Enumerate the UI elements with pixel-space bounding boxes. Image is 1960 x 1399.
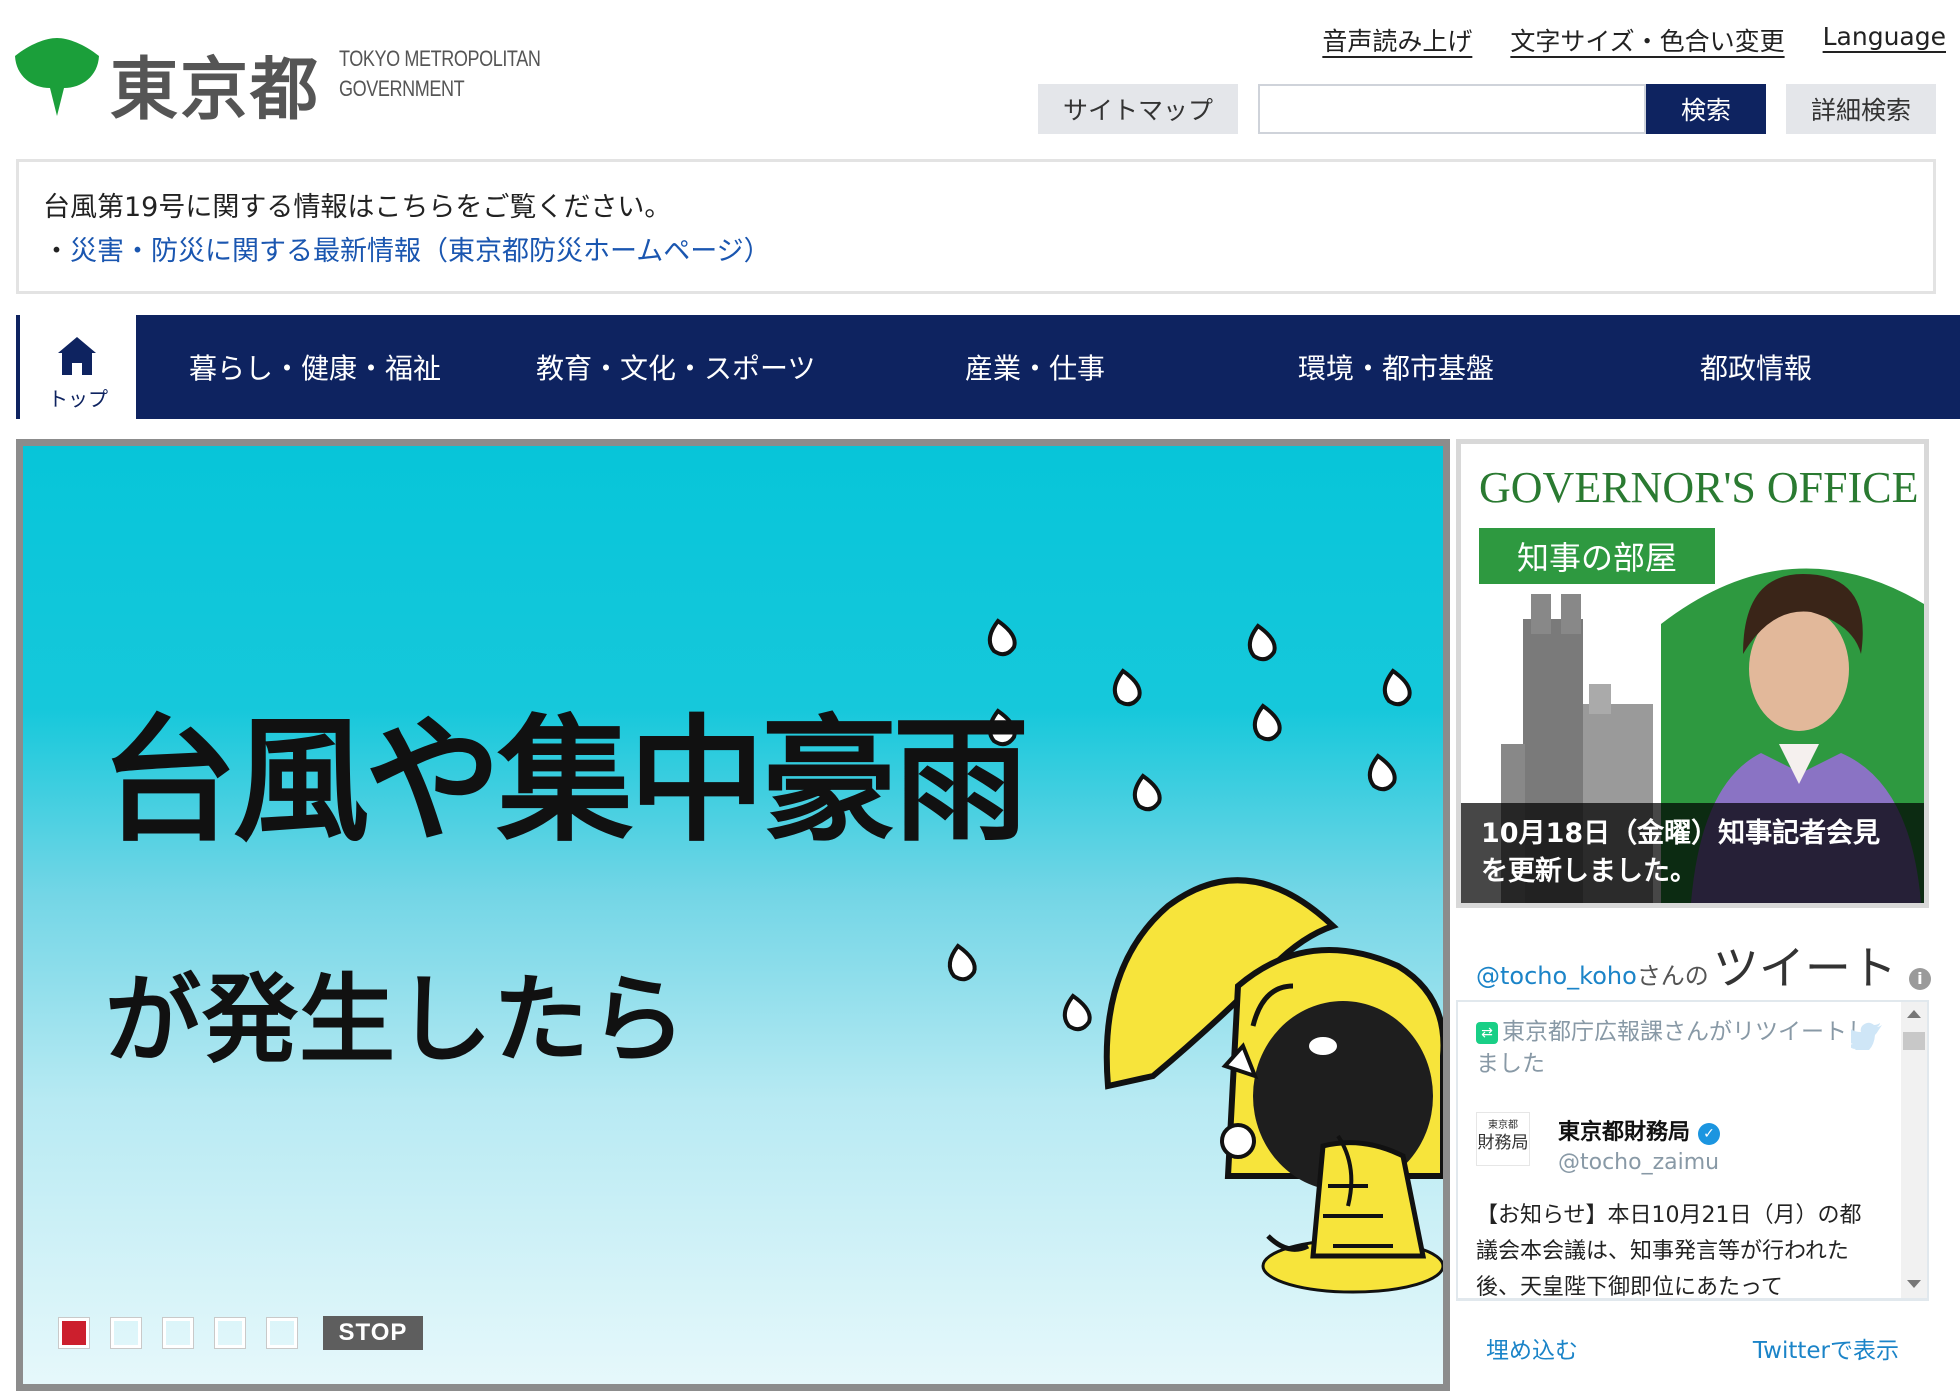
hero-slideshow[interactable]: 台風や集中豪雨 が発生したら STOP	[16, 439, 1450, 1391]
retweet-note: ⇄ 東京都庁広報課さんがリツイートしました	[1476, 1019, 1870, 1077]
timeline-handle[interactable]: @tocho_koho	[1476, 962, 1637, 990]
nav-item-industry-work[interactable]: 産業・仕事	[965, 315, 1105, 419]
nav-item-metropolitan-government[interactable]: 都政情報	[1700, 315, 1812, 419]
nav-home[interactable]: トップ	[16, 315, 136, 419]
umbrella-mascot-illustration	[947, 618, 1443, 1294]
slide-dot-3[interactable]	[162, 1317, 194, 1349]
search-bar: サイトマップ 検索 詳細検索	[1038, 84, 1936, 134]
scroll-down-arrow-icon[interactable]	[1907, 1280, 1921, 1288]
notice-line: ・災害・防災に関する最新情報（東京都防災ホームページ）	[43, 230, 1909, 274]
governors-office-badge: 知事の部屋	[1479, 528, 1715, 584]
emergency-notice: 台風第19号に関する情報はこちらをご覧ください。 ・災害・防災に関する最新情報（…	[16, 159, 1936, 294]
tweet-author-handle[interactable]: @tocho_zaimu	[1558, 1150, 1719, 1175]
tweet-author-name[interactable]: 東京都財務局 ✓	[1558, 1114, 1721, 1146]
global-nav: トップ 暮らし・健康・福祉 教育・文化・スポーツ 産業・仕事 環境・都市基盤 都…	[16, 315, 1960, 419]
disaster-info-link[interactable]: 災害・防災に関する最新情報（東京都防災ホームページ）	[70, 236, 771, 267]
twitter-timeline-footer: 埋め込む Twitterで表示	[1456, 1300, 1929, 1391]
slide-dot-4[interactable]	[214, 1317, 246, 1349]
slide-dot-2[interactable]	[110, 1317, 142, 1349]
site-logo[interactable]: 東京都 TOKYO METROPOLITAN GOVERNMENT	[14, 38, 554, 130]
home-icon	[58, 337, 96, 375]
twitter-timeline-header: @tocho_koho さんの ツイート i	[1476, 932, 1931, 998]
timeline-title: ツイート	[1712, 941, 1897, 995]
scroll-up-arrow-icon[interactable]	[1907, 1010, 1921, 1018]
tweet-scrollbar[interactable]	[1901, 1002, 1927, 1298]
twitter-timeline: @tocho_koho さんの ツイート i ⇄ 東京都庁広報課さんがリツイートし…	[1456, 920, 1931, 1391]
ginkgo-leaf-icon	[15, 38, 99, 116]
embed-link[interactable]: 埋め込む	[1486, 1331, 1578, 1365]
text-to-speech-link[interactable]: 音声読み上げ	[1322, 22, 1472, 58]
language-link[interactable]: Language	[1823, 22, 1946, 58]
governors-office-banner[interactable]: GOVERNOR'S OFFICE 知事の部屋 10月18日（金曜）知事記者会見…	[1456, 439, 1929, 908]
sitemap-button[interactable]: サイトマップ	[1038, 84, 1238, 134]
retweet-icon: ⇄	[1476, 1022, 1498, 1044]
notice-text: 台風第19号に関する情報はこちらをご覧ください。	[43, 192, 672, 223]
scroll-thumb[interactable]	[1903, 1032, 1925, 1050]
mascot	[1103, 877, 1443, 1294]
view-on-twitter-link[interactable]: Twitterで表示	[1753, 1331, 1899, 1365]
nav-item-living-health-welfare[interactable]: 暮らし・健康・福祉	[189, 315, 441, 419]
nav-home-label: トップ	[48, 387, 108, 411]
tweet-list[interactable]: ⇄ 東京都庁広報課さんがリツイートしました 東京都 財務局 東京都財務局 ✓ @to…	[1456, 1000, 1929, 1300]
governors-office-title: GOVERNOR'S OFFICE	[1479, 463, 1919, 512]
slide-headline: 台風や集中豪雨	[101, 703, 1029, 861]
logo-name-en: TOKYO METROPOLITAN GOVERNMENT	[339, 46, 541, 101]
slide-dot-1[interactable]	[58, 1317, 90, 1349]
search-input[interactable]	[1258, 84, 1646, 134]
author-avatar[interactable]: 東京都 財務局	[1476, 1112, 1530, 1166]
tweet-text: 【お知らせ】本日10月21日（月）の都議会本会議は、知事発言等が行われた後、天皇…	[1476, 1203, 1862, 1300]
logo-name-ja: 東京都	[110, 51, 321, 130]
utility-links: 音声読み上げ 文字サイズ・色合い変更 Language	[1322, 22, 1946, 58]
timeline-san: さんの	[1636, 962, 1709, 990]
slideshow-stop-button[interactable]: STOP	[323, 1316, 423, 1350]
info-icon[interactable]: i	[1908, 968, 1931, 990]
nav-item-environment-infrastructure[interactable]: 環境・都市基盤	[1298, 315, 1494, 419]
advanced-search-button[interactable]: 詳細検索	[1786, 84, 1936, 134]
text-size-color-link[interactable]: 文字サイズ・色合い変更	[1510, 22, 1784, 58]
search-button[interactable]: 検索	[1646, 84, 1766, 134]
bullet: ・	[43, 236, 70, 267]
slide-controls: STOP	[58, 1316, 423, 1350]
slide-dot-5[interactable]	[266, 1317, 298, 1349]
governor-news-caption[interactable]: 10月18日（金曜）知事記者会見を更新しました。	[1461, 803, 1924, 903]
slide-subheadline: が発生したら	[105, 964, 687, 1076]
nav-item-education-culture-sports[interactable]: 教育・文化・スポーツ	[536, 315, 815, 419]
twitter-bird-icon[interactable]	[1851, 1022, 1883, 1050]
verified-badge-icon: ✓	[1698, 1123, 1721, 1145]
